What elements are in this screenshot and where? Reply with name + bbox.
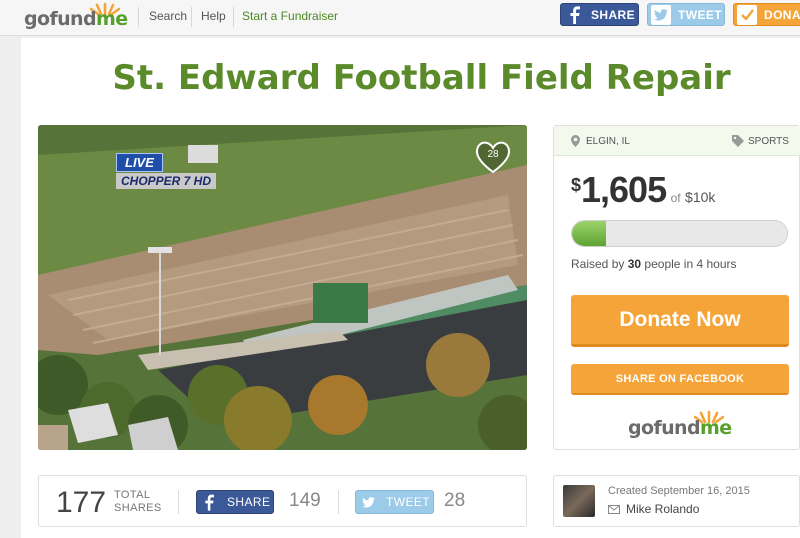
header-facebook-share-button[interactable]: SHARE [560,3,639,26]
raised-value: 1,605 [581,169,667,210]
location-bar: ELGIN, IL SPORTS [554,126,800,156]
raised-by-text: Raised by 30 people in 4 hours [571,257,737,271]
top-bar: gofundme Search Help Start a Fundraiser … [0,0,800,36]
logo-fund: fund [49,8,96,30]
logo-me: me [700,417,732,439]
logo-go: go [628,417,654,439]
channel-tag: CHOPPER 7 HD [116,173,217,189]
total-label: TOTAL [114,489,151,501]
aerial-field-image [38,125,527,450]
heart-count: 28 [487,149,499,160]
divider [191,7,192,27]
share-on-facebook-button[interactable]: SHARE ON FACEBOOK [571,364,789,395]
live-broadcast-badge: LIVE CHOPPER 7 HD [116,153,217,189]
total-shares-label: TOTAL SHARES [114,489,162,515]
donate-now-button[interactable]: Donate Now [571,295,789,347]
amount-raised: $1,605 of $10k [571,169,715,211]
tag-icon [732,135,744,147]
campaign-title: St. Edward Football Field Repair [112,58,731,98]
progress-fill [572,221,607,246]
tweet-count: 28 [444,490,466,511]
logo-me: me [96,8,128,30]
raised-people-suffix: people in [644,257,694,271]
map-pin-icon [571,135,580,147]
header-donate-button[interactable]: DONA [733,3,800,26]
total-shares-count: 177 [56,486,107,519]
facebook-icon [564,5,584,25]
twitter-icon [651,4,671,25]
progress-bar [571,220,788,247]
category[interactable]: SPORTS [732,135,789,147]
logo-fund: fund [653,417,700,439]
raised-by-prefix: Raised by [571,257,625,271]
currency-symbol: $ [571,175,582,195]
envelope-icon [608,504,620,514]
category-text: SPORTS [748,135,789,147]
raised-time: 4 hours [696,257,737,271]
of-label: of [670,191,681,205]
created-date: Created September 16, 2015 [608,485,750,497]
twitter-icon [359,491,377,513]
card-logo-text: gofundme [628,417,732,439]
logo-go: go [24,8,50,30]
tweet-button[interactable]: TWEET [355,490,434,514]
creator-avatar[interactable] [563,485,595,517]
facebook-icon [200,491,218,513]
live-tag: LIVE [116,153,163,172]
header-share-label: SHARE [591,7,636,22]
raised-people-count: 30 [627,257,642,271]
campaign-photo[interactable]: LIVE CHOPPER 7 HD 28 [38,125,527,450]
location[interactable]: ELGIN, IL [571,135,630,147]
shares-label: SHARES [114,502,162,514]
header-tweet-button[interactable]: TWEET [647,3,725,26]
donation-card: ELGIN, IL SPORTS $1,605 of $10k Raised b… [553,125,800,450]
header-donate-label: DONA [764,7,800,22]
header-tweet-label: TWEET [678,7,722,22]
divider [178,490,179,514]
logo-text: gofundme [24,8,128,30]
checkmark-icon [737,4,757,25]
gofundme-logo[interactable]: gofundme [24,2,128,32]
facebook-share-button[interactable]: SHARE [196,490,274,514]
goal-value: $10k [685,189,716,205]
card-gofundme-logo: gofundme [628,410,738,440]
tweet-label: TWEET [386,495,430,509]
favorite-heart-button[interactable]: 28 [474,139,512,175]
facebook-share-label: SHARE [227,495,271,509]
share-stats-bar: 177 TOTAL SHARES SHARE 149 TWEET 28 [38,475,527,527]
nav-start-fundraiser-link[interactable]: Start a Fundraiser [242,9,338,23]
divider [138,7,139,27]
nav-help-link[interactable]: Help [201,9,226,23]
facebook-share-count: 149 [289,490,321,511]
location-text: ELGIN, IL [586,135,630,147]
creator-box: Created September 16, 2015 Mike Rolando [553,475,800,527]
creator-name: Mike Rolando [626,502,700,516]
divider [233,7,234,27]
nav-search-link[interactable]: Search [149,9,187,23]
creator-contact[interactable]: Mike Rolando [608,502,699,516]
divider [338,490,339,514]
